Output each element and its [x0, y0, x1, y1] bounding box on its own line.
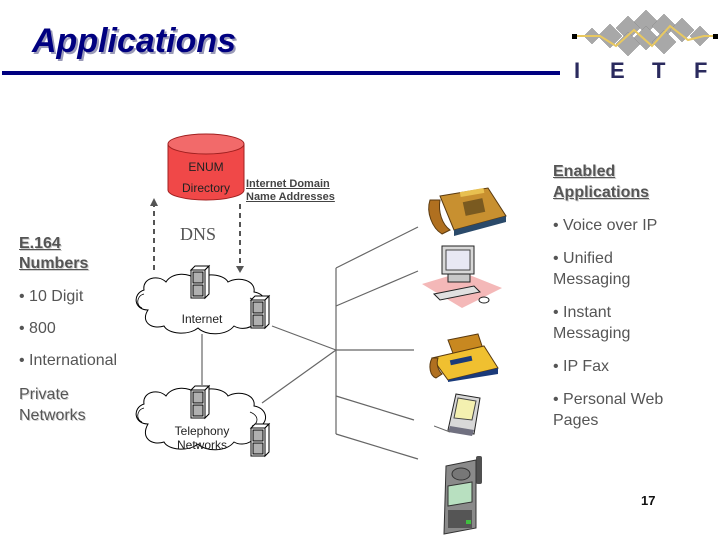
link-mobile — [335, 433, 419, 460]
application-item: • Personal Web Pages — [553, 389, 663, 431]
private-networks-line1: Private — [19, 386, 69, 403]
internet-domain-label: Internet Domain Name Addresses — [246, 178, 335, 204]
page-number: 17 — [641, 493, 656, 508]
internet-hub-link — [271, 325, 337, 351]
telephony-label-line2: Networks — [176, 438, 227, 452]
application-item-line1: • Instant — [553, 304, 612, 321]
private-networks-label: Private Networks — [19, 384, 86, 426]
telephone-icon — [428, 187, 507, 236]
application-item: • Voice over IP — [553, 215, 657, 236]
link-computer — [335, 270, 419, 307]
server-icon — [249, 294, 271, 330]
left-item: • International — [19, 352, 118, 369]
directory-label: Directory — [181, 181, 230, 195]
application-item: • IP Fax — [553, 356, 609, 377]
telephony-label-line1: Telephony — [174, 424, 230, 438]
left-item: • 10 Digit — [19, 288, 84, 305]
enabled-applications-heading: Enabled Applications — [553, 161, 649, 203]
application-item-line1: • Voice over IP — [553, 217, 658, 234]
application-item-line2: Pages — [553, 412, 599, 429]
enabled-heading-line1: Enabled — [553, 163, 616, 180]
mobile-phone-icon — [443, 456, 482, 535]
pda-icon — [434, 393, 481, 436]
internet-cloud-label: Internet — [181, 312, 223, 326]
enum-label: ENUM — [188, 160, 224, 174]
application-item: • Unified Messaging — [553, 248, 630, 290]
computer-icon — [422, 245, 502, 308]
enabled-heading-line2: Applications — [553, 184, 650, 201]
e164-heading: E.164 Numbers — [19, 234, 88, 274]
server-icon — [249, 422, 271, 458]
telephony-cloud-label: Telephony Networks — [166, 424, 238, 452]
left-item: • 800 — [19, 320, 56, 337]
application-item-line1: • Unified — [553, 250, 613, 267]
e164-heading-line1: E.164 — [19, 235, 61, 252]
application-item-line2: Messaging — [553, 271, 631, 288]
server-icon — [189, 264, 211, 300]
fax-machine-icon — [429, 333, 499, 382]
application-item-line2: Messaging — [553, 325, 631, 342]
application-item-line1: • Personal Web — [553, 391, 664, 408]
private-networks-line2: Networks — [19, 407, 86, 424]
e164-heading-line2: Numbers — [19, 255, 89, 272]
application-item-line1: • IP Fax — [553, 358, 609, 375]
link-pda — [335, 395, 415, 421]
internet-domain-line2: Name Addresses — [246, 191, 335, 203]
internet-domain-line1: Internet Domain — [246, 178, 330, 190]
link-phone — [335, 226, 419, 269]
arrow-up-head — [150, 198, 158, 206]
server-icon — [189, 384, 211, 420]
dns-label: DNS — [180, 224, 217, 244]
application-item: • Instant Messaging — [553, 302, 630, 344]
